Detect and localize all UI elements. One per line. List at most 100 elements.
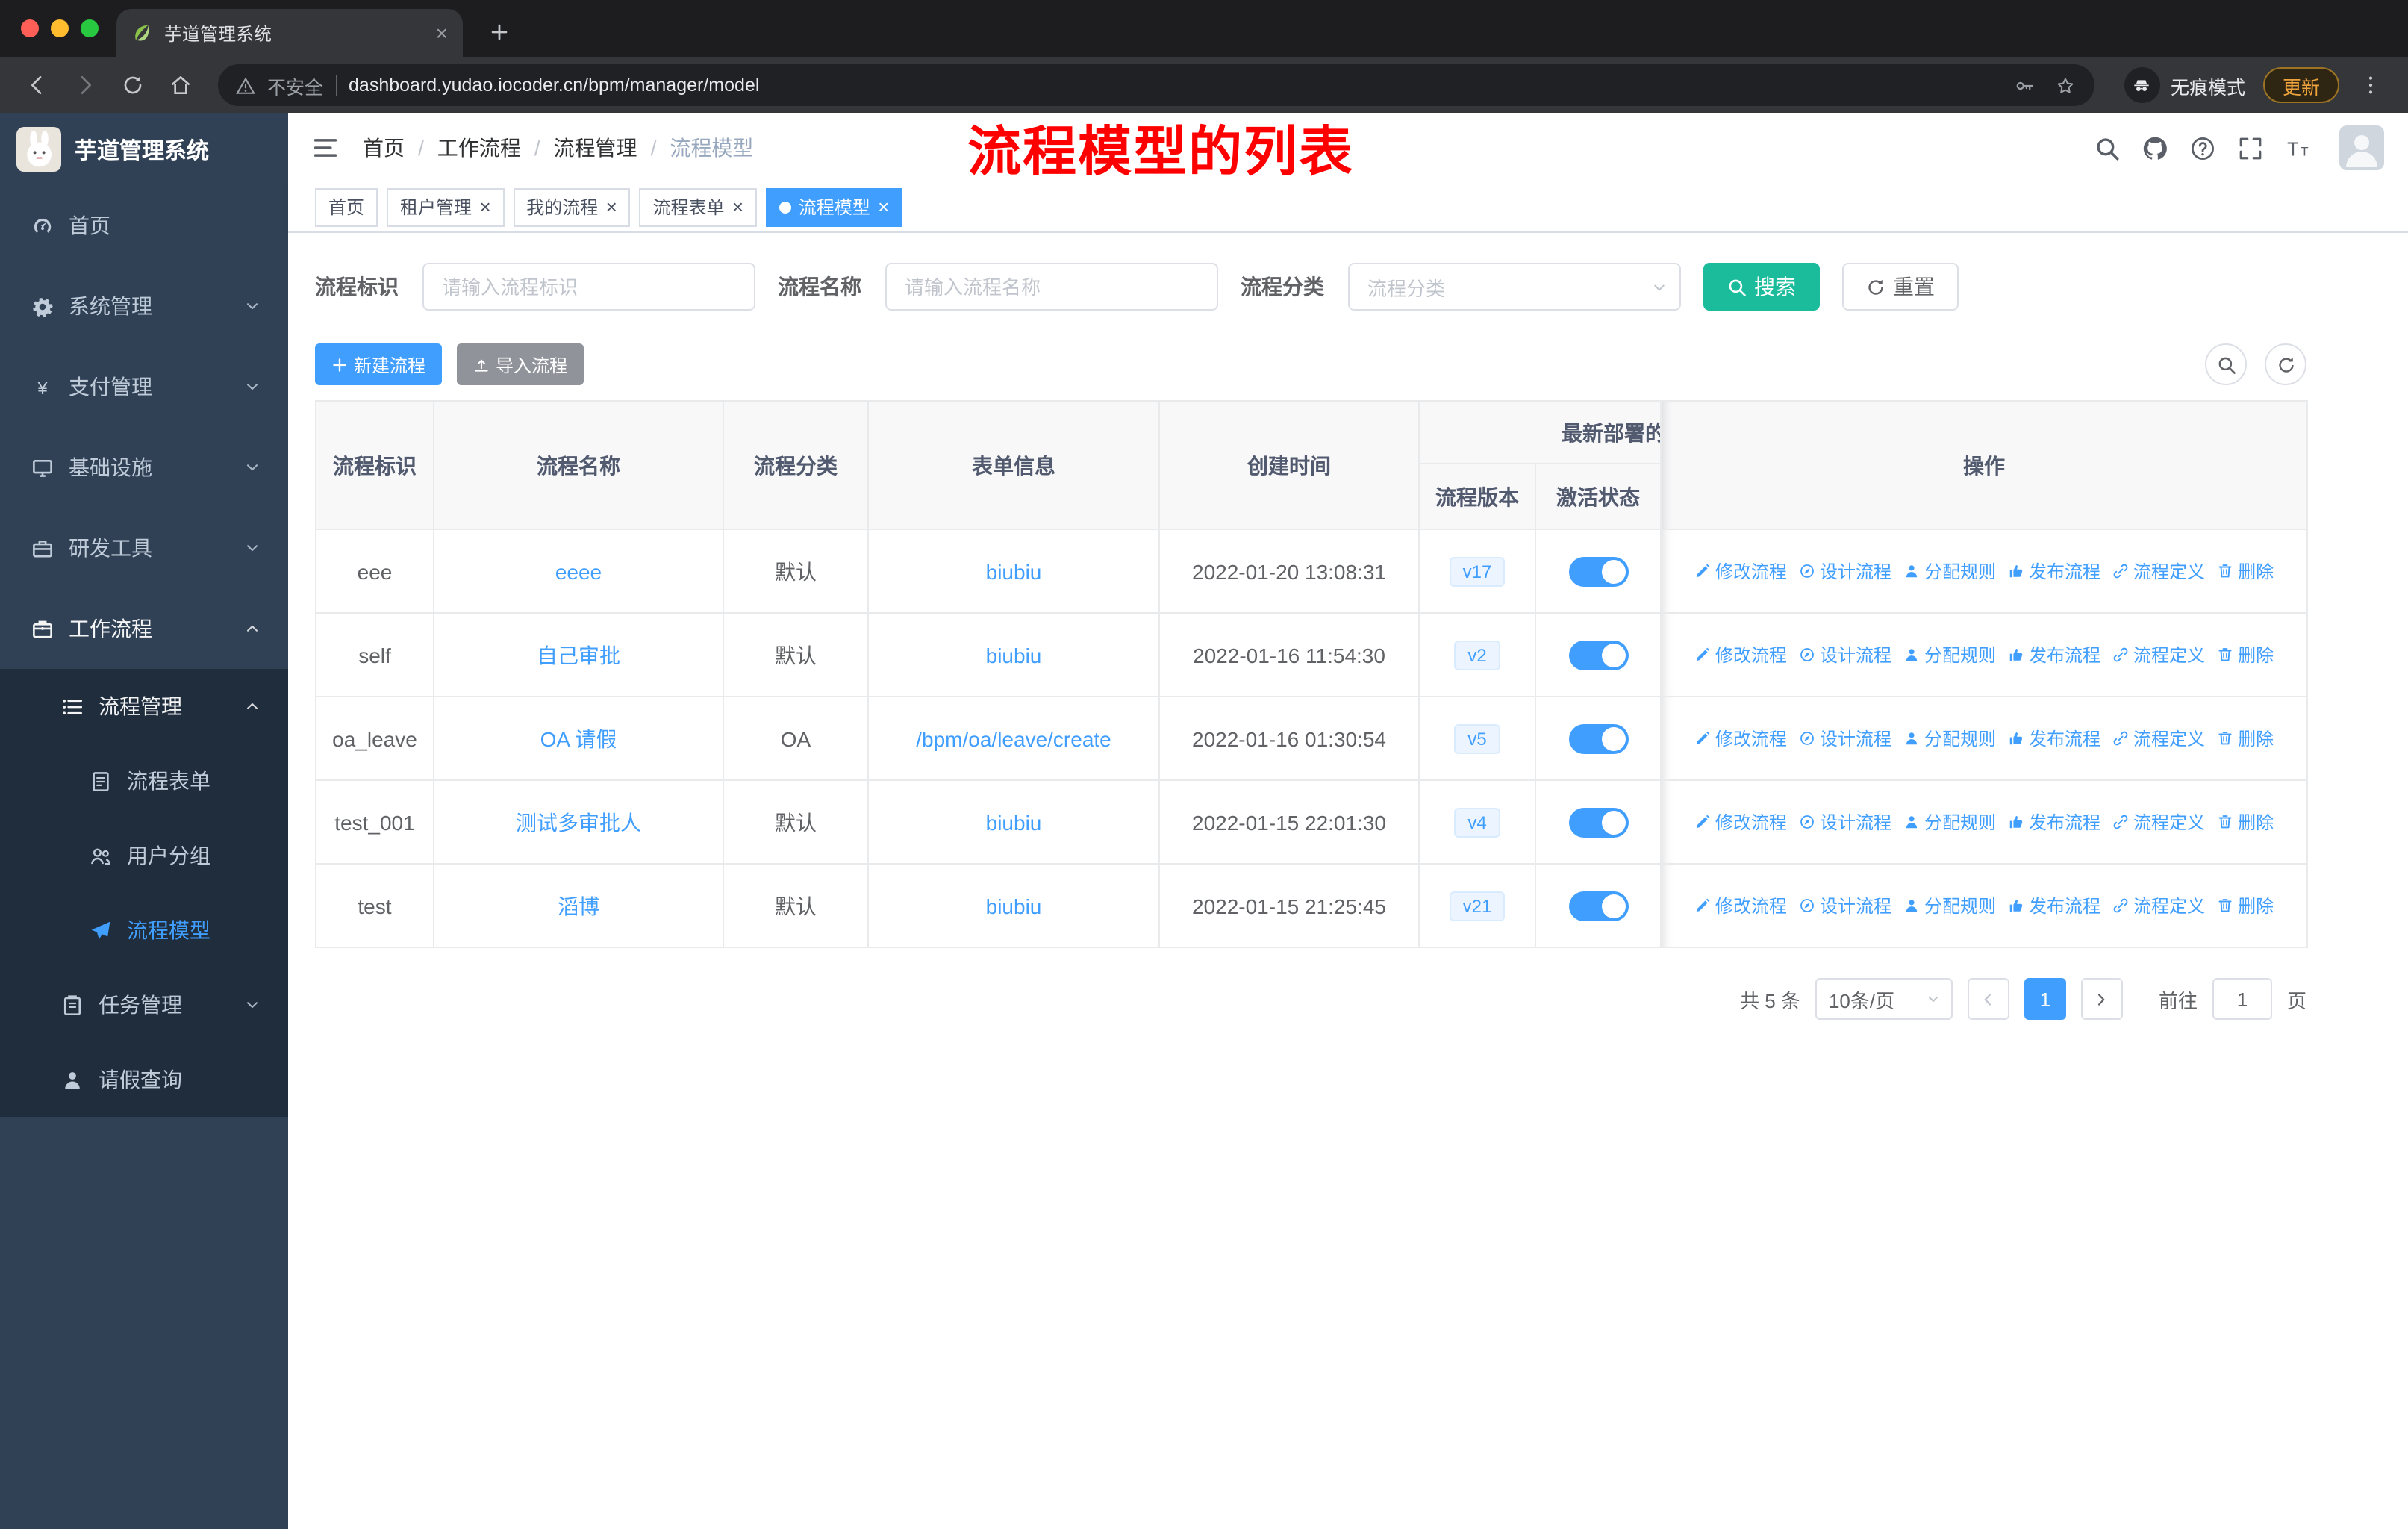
url-text[interactable]: dashboard.yudao.iocoder.cn/bpm/manager/m… <box>349 75 759 96</box>
action-publish-link[interactable]: 发布流程 <box>2008 726 2100 751</box>
font-size-icon[interactable]: TT <box>2286 135 2311 161</box>
minimize-window-button[interactable] <box>51 19 69 37</box>
action-design-link[interactable]: 设计流程 <box>1799 893 1891 918</box>
action-publish-link[interactable]: 发布流程 <box>2008 558 2100 584</box>
action-delete-link[interactable]: 删除 <box>2217 642 2274 667</box>
action-definition-link[interactable]: 流程定义 <box>2112 809 2205 835</box>
toggle-search-button[interactable] <box>2205 343 2247 385</box>
action-assign-link[interactable]: 分配规则 <box>1903 558 1996 584</box>
action-edit-link[interactable]: 修改流程 <box>1694 558 1787 584</box>
action-edit-link[interactable]: 修改流程 <box>1694 809 1787 835</box>
sidebar-item-workflow[interactable]: 工作流程 <box>0 588 288 669</box>
breadcrumb-item[interactable]: 工作流程 <box>437 133 521 163</box>
active-toggle[interactable] <box>1568 556 1628 586</box>
sidebar-item-user-group[interactable]: 用户分组 <box>0 818 288 893</box>
action-publish-link[interactable]: 发布流程 <box>2008 893 2100 918</box>
sidebar-item-home[interactable]: 首页 <box>0 185 288 266</box>
reset-button[interactable]: 重置 <box>1842 263 1959 311</box>
reload-button[interactable] <box>110 63 155 108</box>
sidebar-item-process-form[interactable]: 流程表单 <box>0 744 288 818</box>
action-design-link[interactable]: 设计流程 <box>1799 726 1891 751</box>
bookmark-star-icon[interactable] <box>2054 74 2077 96</box>
action-delete-link[interactable]: 删除 <box>2217 726 2274 751</box>
sidebar-item-devtools[interactable]: 研发工具 <box>0 508 288 588</box>
password-key-icon[interactable] <box>2014 74 2036 96</box>
action-definition-link[interactable]: 流程定义 <box>2112 558 2205 584</box>
url-bar[interactable]: 不安全 dashboard.yudao.iocoder.cn/bpm/manag… <box>218 64 2094 106</box>
process-category-select[interactable]: 流程分类 <box>1348 263 1681 311</box>
sidebar-item-leave-query[interactable]: 请假查询 <box>0 1042 288 1117</box>
tag-home[interactable]: 首页 <box>315 187 378 226</box>
sidebar-item-task-mgmt[interactable]: 任务管理 <box>0 968 288 1042</box>
sidebar-item-payment[interactable]: ¥ 支付管理 <box>0 346 288 427</box>
goto-page-input[interactable] <box>2212 978 2272 1020</box>
github-icon[interactable] <box>2142 135 2168 161</box>
sidebar-item-process-mgmt[interactable]: 流程管理 <box>0 669 288 744</box>
action-edit-link[interactable]: 修改流程 <box>1694 642 1787 667</box>
process-name-link[interactable]: 滔博 <box>558 894 599 918</box>
sidebar-item-infrastructure[interactable]: 基础设施 <box>0 427 288 508</box>
action-delete-link[interactable]: 删除 <box>2217 893 2274 918</box>
action-assign-link[interactable]: 分配规则 <box>1903 809 1996 835</box>
close-window-button[interactable] <box>21 19 39 37</box>
action-design-link[interactable]: 设计流程 <box>1799 558 1891 584</box>
active-toggle[interactable] <box>1568 723 1628 753</box>
refresh-table-button[interactable] <box>2265 343 2306 385</box>
create-process-button[interactable]: 新建流程 <box>315 343 443 385</box>
tag-process-form[interactable]: 流程表单 × <box>639 187 757 226</box>
security-label[interactable]: 不安全 <box>267 71 323 99</box>
action-design-link[interactable]: 设计流程 <box>1799 809 1891 835</box>
tab-close-icon[interactable]: × <box>436 21 448 45</box>
tag-my-process[interactable]: 我的流程 × <box>513 187 631 226</box>
collapse-sidebar-button[interactable] <box>312 134 339 161</box>
form-info-link[interactable]: biubiu <box>986 559 1042 583</box>
search-icon[interactable] <box>2094 135 2120 161</box>
form-info-link[interactable]: biubiu <box>986 894 1042 918</box>
form-info-link[interactable]: biubiu <box>986 810 1042 834</box>
forward-button[interactable] <box>63 63 107 108</box>
tag-tenant[interactable]: 租户管理 × <box>387 187 505 226</box>
process-name-link[interactable]: OA 请假 <box>540 726 617 750</box>
home-button[interactable] <box>158 63 203 108</box>
process-name-link[interactable]: eeee <box>555 559 602 583</box>
user-avatar[interactable] <box>2339 125 2384 170</box>
action-assign-link[interactable]: 分配规则 <box>1903 893 1996 918</box>
sidebar-item-process-model[interactable]: 流程模型 <box>0 893 288 968</box>
update-button[interactable]: 更新 <box>2262 67 2339 103</box>
breadcrumb-item[interactable]: 首页 <box>363 133 405 163</box>
fullscreen-icon[interactable] <box>2238 135 2263 161</box>
tag-close-icon[interactable]: × <box>479 197 490 217</box>
active-toggle[interactable] <box>1568 807 1628 837</box>
action-edit-link[interactable]: 修改流程 <box>1694 893 1787 918</box>
action-delete-link[interactable]: 删除 <box>2217 558 2274 584</box>
action-assign-link[interactable]: 分配规则 <box>1903 642 1996 667</box>
back-button[interactable] <box>15 63 60 108</box>
action-design-link[interactable]: 设计流程 <box>1799 642 1891 667</box>
page-size-select[interactable]: 10条/页 <box>1815 978 1953 1020</box>
next-page-button[interactable] <box>2080 978 2123 1020</box>
action-definition-link[interactable]: 流程定义 <box>2112 726 2205 751</box>
tag-close-icon[interactable]: × <box>878 197 889 217</box>
breadcrumb-item[interactable]: 流程管理 <box>554 133 637 163</box>
tag-close-icon[interactable]: × <box>732 197 743 217</box>
import-process-button[interactable]: 导入流程 <box>457 343 584 385</box>
browser-menu-icon[interactable] <box>2348 63 2393 108</box>
page-1-button[interactable]: 1 <box>2024 978 2066 1020</box>
tag-process-model[interactable]: 流程模型 × <box>765 187 902 226</box>
action-edit-link[interactable]: 修改流程 <box>1694 726 1787 751</box>
active-toggle[interactable] <box>1568 891 1628 921</box>
sidebar-item-system[interactable]: 系统管理 <box>0 266 288 346</box>
tag-close-icon[interactable]: × <box>605 197 617 217</box>
active-toggle[interactable] <box>1568 640 1628 670</box>
browser-tab[interactable]: 芋道管理系统 × <box>116 9 463 57</box>
process-name-input[interactable] <box>885 263 1218 311</box>
process-name-link[interactable]: 测试多审批人 <box>516 810 641 834</box>
help-icon[interactable] <box>2190 135 2215 161</box>
process-name-link[interactable]: 自己审批 <box>537 643 620 667</box>
zoom-window-button[interactable] <box>81 19 99 37</box>
form-info-link[interactable]: /bpm/oa/leave/create <box>916 726 1111 750</box>
action-delete-link[interactable]: 删除 <box>2217 809 2274 835</box>
new-tab-button[interactable] <box>481 13 517 49</box>
process-id-input[interactable] <box>422 263 755 311</box>
action-publish-link[interactable]: 发布流程 <box>2008 642 2100 667</box>
